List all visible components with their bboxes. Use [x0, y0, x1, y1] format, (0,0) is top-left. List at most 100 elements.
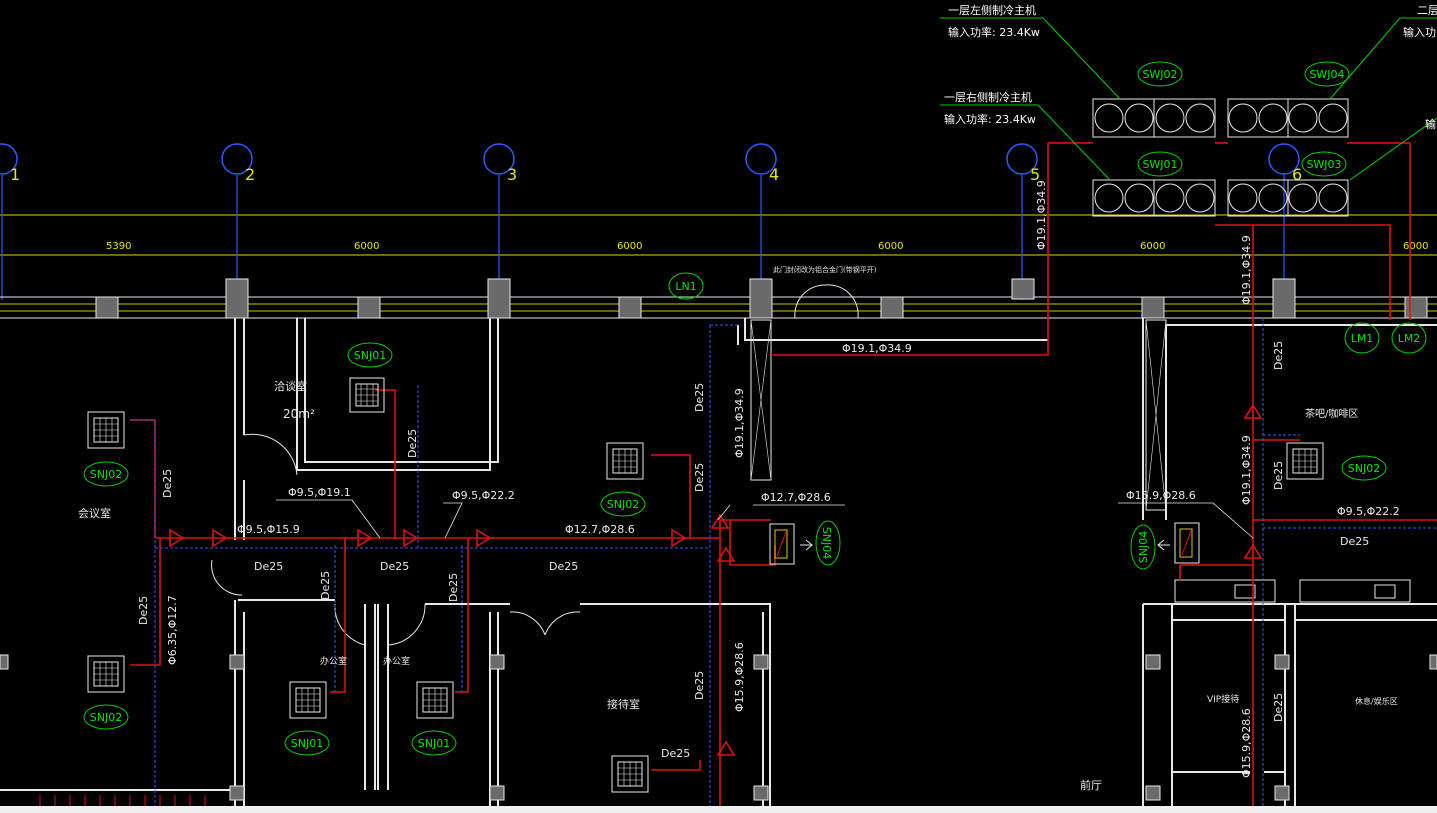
svg-text:SNJ01: SNJ01	[354, 349, 386, 362]
cassette-unit	[416, 681, 454, 719]
facade-wall	[0, 278, 1437, 319]
pipe-label-main-v3: Φ19.1,Φ34.9	[733, 388, 746, 458]
pipe-label-15-9-28-6-v2: Φ15.9,Φ28.6	[1240, 708, 1253, 778]
cassette-unit	[1286, 442, 1324, 480]
pipe-label-main-v2: Φ19.1,Φ34.9	[1240, 235, 1253, 305]
room-bar: 茶吧/咖啡区	[1305, 407, 1358, 420]
pipe-label-15-9-28-6-v: Φ15.9,Φ28.6	[733, 642, 746, 712]
grid-axis-3: 3	[483, 143, 517, 300]
drain-label: De25	[137, 596, 150, 625]
grid-axis-2: 2	[221, 143, 255, 300]
dimension-1: 5390	[106, 241, 131, 252]
drain-label: De25	[693, 671, 706, 700]
cassette-unit	[606, 442, 644, 480]
drain-label: De25	[693, 463, 706, 492]
drain-label: De25	[1272, 461, 1285, 490]
drain-label: De25	[1272, 693, 1285, 722]
cassette-unit	[87, 411, 125, 449]
wall-mounted-unit	[1157, 522, 1200, 564]
pipe-label-main-h: Φ19.1,Φ34.9	[842, 342, 912, 355]
svg-text:SWJ04: SWJ04	[1309, 68, 1344, 81]
room-lobby: 前厅	[1080, 778, 1102, 792]
grid-label-3: 3	[507, 165, 517, 184]
drain-label: De25	[661, 747, 690, 760]
chiller-left-power: 输入功率: 23.4Kw	[948, 25, 1040, 39]
drain-label: De25	[161, 469, 174, 498]
tag-snj04: SNJ04	[815, 520, 841, 566]
room-area: 20m²	[283, 407, 315, 421]
svg-text:SWJ03: SWJ03	[1306, 158, 1341, 171]
tag-lm2: LM2	[1391, 322, 1427, 354]
chiller-second-power: 输入功	[1403, 25, 1436, 39]
drain-label: De25	[1272, 341, 1285, 370]
drain-label: De25	[254, 560, 283, 573]
tag-snj01: SNJ01	[347, 342, 393, 368]
svg-text:SNJ02: SNJ02	[90, 711, 122, 724]
tag-ln1: LN1	[668, 272, 704, 300]
cassette-unit	[87, 655, 125, 693]
grid-label-4: 4	[769, 165, 779, 184]
svg-text:SNJ02: SNJ02	[1348, 462, 1380, 475]
svg-text:LM1: LM1	[1351, 332, 1374, 345]
room-office-2: 办公室	[383, 655, 410, 667]
room-office-1: 办公室	[320, 655, 347, 667]
svg-text:SNJ02: SNJ02	[607, 498, 639, 511]
drain-label: De25	[1340, 535, 1369, 548]
tag-snj04: SNJ04	[1130, 524, 1156, 570]
wall-mounted-unit	[769, 523, 813, 565]
tag-swj04: SWJ04	[1304, 61, 1350, 87]
outdoor-unit-swj03	[1227, 179, 1349, 217]
chiller-left-title: 一层左侧制冷主机	[948, 3, 1036, 17]
cassette-unit	[611, 755, 649, 793]
grid-axis-6: 6	[1268, 143, 1302, 300]
pipe-label-15-9-28-6: Φ15.9,Φ28.6	[1126, 489, 1196, 502]
tag-snj01: SNJ01	[411, 730, 457, 756]
dimension-5: 6000	[1140, 241, 1165, 252]
drain-label: De25	[380, 560, 409, 573]
room-vip: VIP接待	[1207, 693, 1239, 705]
tag-snj02: SNJ02	[600, 491, 646, 517]
pipe-label-6-35-12-7: Φ6.35,Φ12.7	[166, 595, 179, 665]
tag-snj02: SNJ02	[1341, 455, 1387, 481]
svg-text:LM2: LM2	[1398, 332, 1421, 345]
dimension-6: 6000	[1403, 241, 1428, 252]
room-meeting: 会议室	[78, 506, 111, 520]
grid-label-2: 2	[245, 165, 255, 184]
svg-text:SNJ01: SNJ01	[418, 737, 450, 750]
tag-snj02: SNJ02	[83, 461, 129, 487]
svg-text:SNJ04: SNJ04	[820, 527, 833, 559]
grid-label-1: 1	[10, 165, 20, 184]
chiller-third-power: 输	[1425, 117, 1436, 131]
dimension-2: 6000	[354, 241, 379, 252]
pipe-label-12-7-28-6-b: Φ12.7,Φ28.6	[761, 491, 831, 504]
cassette-unit	[289, 681, 327, 719]
svg-text:SNJ01: SNJ01	[291, 737, 323, 750]
outdoor-unit-swj02	[1092, 98, 1216, 138]
drain-label: De25	[693, 383, 706, 412]
outdoor-unit-swj04	[1227, 98, 1349, 138]
chiller-notes: 一层左侧制冷主机 输入功率: 23.4Kw 一层右侧制冷主机 输入功率: 23.…	[944, 3, 1437, 131]
svg-text:SNJ02: SNJ02	[90, 468, 122, 481]
grid-axis-1: 1	[0, 143, 20, 300]
svg-text:LN1: LN1	[675, 280, 696, 293]
pipe-label-9-5-22-2-r: Φ9.5,Φ22.2	[1337, 505, 1400, 518]
pipe-label-9-5-22-2: Φ9.5,Φ22.2	[452, 489, 515, 502]
drain-labels: De25 De25 De25 De25 De25 De25 De25 De25 …	[137, 341, 1369, 760]
door-note: 此门封闭改为铝合金门(带钢平开)	[773, 265, 877, 274]
svg-text:SWJ01: SWJ01	[1142, 158, 1177, 171]
tag-swj01: SWJ01	[1137, 151, 1183, 177]
drain-label: De25	[406, 429, 419, 458]
pipe-label-main-v4: Φ19.1,Φ34.9	[1240, 435, 1253, 505]
cassette-unit	[349, 377, 385, 413]
pipe-label-main-v1: Φ19.1,Φ34.9	[1035, 180, 1048, 250]
drain-label: De25	[549, 560, 578, 573]
drain-label: De25	[319, 571, 332, 600]
dimension-3: 6000	[617, 241, 642, 252]
svg-text:SNJ04: SNJ04	[1137, 531, 1150, 563]
grid-axes: 1 2 3 4 5 6	[0, 143, 1437, 300]
chiller-second-title: 二层	[1417, 4, 1437, 17]
room-reception: 接待室	[607, 697, 640, 711]
indoor-units	[87, 377, 1324, 793]
tag-snj01: SNJ01	[284, 730, 330, 756]
outdoor-unit-swj01	[1092, 179, 1216, 217]
